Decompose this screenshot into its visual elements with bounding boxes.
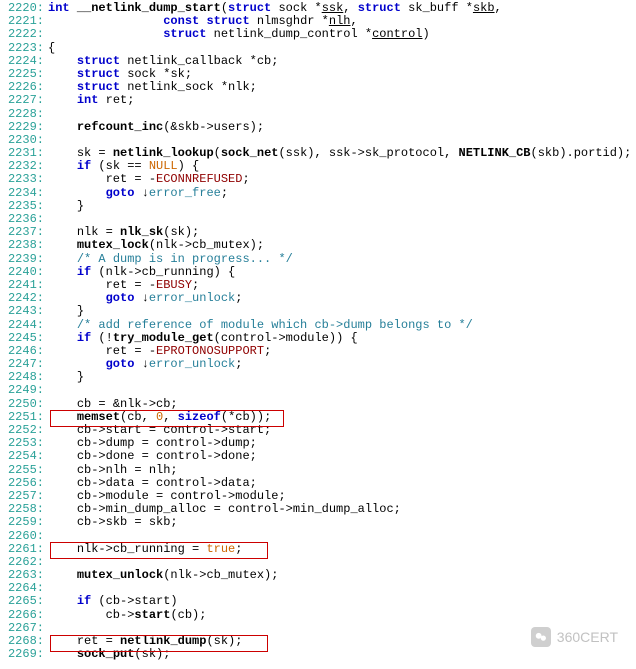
line-number: 2240:: [0, 266, 48, 279]
code-line: 2259: cb->skb = skb;: [0, 516, 636, 529]
line-number: 2233:: [0, 173, 48, 186]
line-number: 2269:: [0, 648, 48, 661]
line-number: 2222:: [0, 28, 48, 41]
watermark: 360CERT: [531, 627, 618, 647]
code-content: nlk->cb_running = true;: [48, 543, 242, 556]
code-line: 2261: nlk->cb_running = true;: [0, 543, 636, 556]
code-content: cb->skb = skb;: [48, 516, 178, 529]
line-number: 2244:: [0, 319, 48, 332]
line-number: 2239:: [0, 253, 48, 266]
line-number: 2224:: [0, 55, 48, 68]
line-number: 2265:: [0, 595, 48, 608]
wechat-icon: [531, 627, 551, 647]
code-line: 2269: sock_put(sk);: [0, 648, 636, 661]
code-line: 2245: if (!try_module_get(control->modul…: [0, 332, 636, 345]
watermark-text: 360CERT: [557, 631, 618, 644]
line-number: 2249:: [0, 384, 48, 397]
line-number: 2266:: [0, 609, 48, 622]
code-line: 2229: refcount_inc(&skb->users);: [0, 121, 636, 134]
code-content: sock_put(sk);: [48, 648, 170, 661]
line-number: 2243:: [0, 305, 48, 318]
code-content: }: [48, 200, 84, 213]
code-content: cb->start(cb);: [48, 609, 206, 622]
code-line: 2265: if (cb->start): [0, 595, 636, 608]
line-number: 2256:: [0, 477, 48, 490]
code-line: 2234: goto ↓error_free;: [0, 187, 636, 200]
code-content: int ret;: [48, 94, 134, 107]
code-content: }: [48, 371, 84, 384]
line-number: 2229:: [0, 121, 48, 134]
code-viewer: 2220:int __netlink_dump_start(struct soc…: [0, 0, 636, 663]
code-line: 2222: struct netlink_dump_control *contr…: [0, 28, 636, 41]
code-content: refcount_inc(&skb->users);: [48, 121, 264, 134]
line-number: 2261:: [0, 543, 48, 556]
code-content: mutex_unlock(nlk->cb_mutex);: [48, 569, 278, 582]
line-number: 2255:: [0, 464, 48, 477]
line-number: 2250:: [0, 398, 48, 411]
line-number: 2260:: [0, 530, 48, 543]
code-line: 2233: ret = -ECONNREFUSED;: [0, 173, 636, 186]
code-line: 2227: int ret;: [0, 94, 636, 107]
code-content: goto ↓error_free;: [48, 187, 228, 200]
line-number: 2228:: [0, 108, 48, 121]
line-number: 2234:: [0, 187, 48, 200]
code-line: 2247: goto ↓error_unlock;: [0, 358, 636, 371]
code-line: 2240: if (nlk->cb_running) {: [0, 266, 636, 279]
line-number: 2223:: [0, 42, 48, 55]
code-line: 2235: }: [0, 200, 636, 213]
line-number: 2254:: [0, 450, 48, 463]
line-number: 2259:: [0, 516, 48, 529]
code-line: 2248: }: [0, 371, 636, 384]
line-number: 2245:: [0, 332, 48, 345]
code-content: {: [48, 42, 55, 55]
code-line: 2266: cb->start(cb);: [0, 609, 636, 622]
code-line: 2263: mutex_unlock(nlk->cb_mutex);: [0, 569, 636, 582]
line-number: 2238:: [0, 239, 48, 252]
code-content: struct netlink_dump_control *control): [48, 28, 430, 41]
code-line: 2242: goto ↓error_unlock;: [0, 292, 636, 305]
line-number: 2227:: [0, 94, 48, 107]
